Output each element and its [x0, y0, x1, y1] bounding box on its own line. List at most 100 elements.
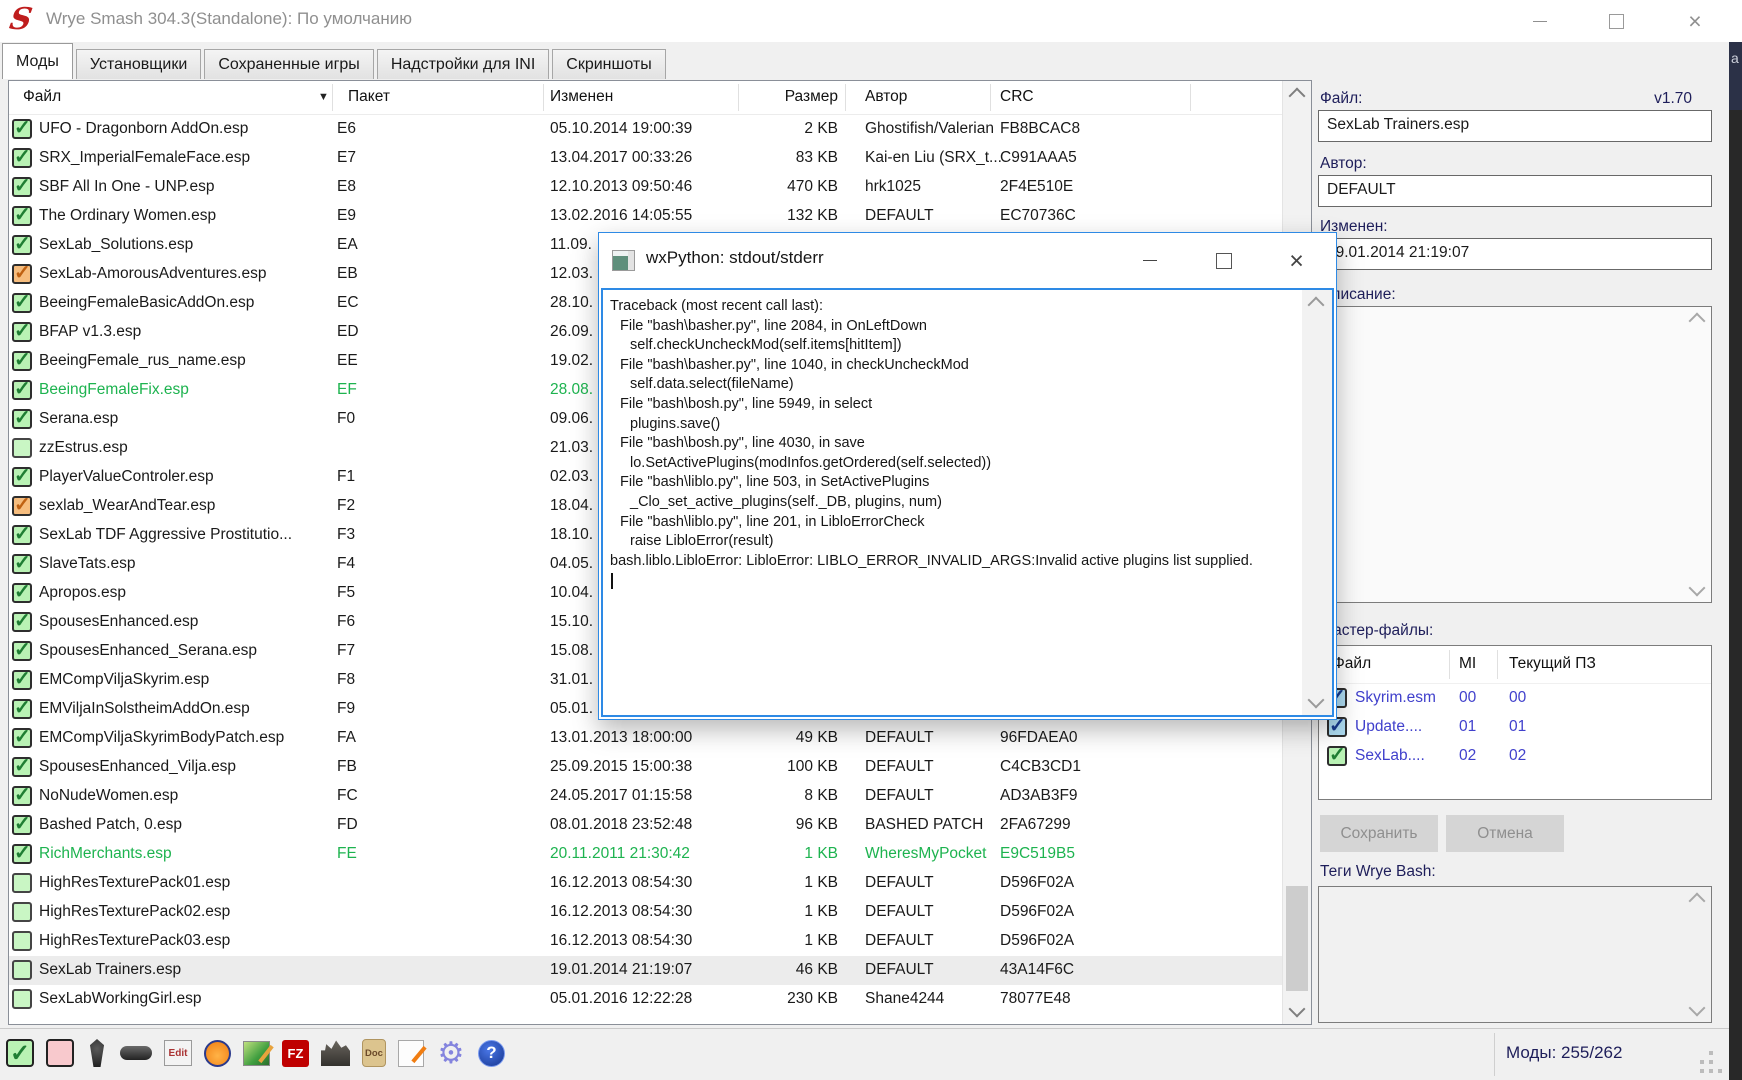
scroll-up-icon[interactable] [1289, 88, 1306, 105]
mod-checkbox-green[interactable] [12, 844, 32, 864]
modified-field[interactable]: 19.01.2014 21:19:07 [1318, 238, 1712, 270]
tab-Сохраненные игры[interactable]: Сохраненные игры [204, 49, 374, 79]
column-header-modified[interactable]: Изменен [550, 88, 613, 106]
mod-checkbox-green[interactable] [12, 119, 32, 139]
mod-row[interactable]: SpousesEnhanced_Vilja.espFB25.09.2015 15… [9, 753, 1282, 782]
mod-checkbox-green[interactable] [12, 525, 32, 545]
ddsopt-icon[interactable] [321, 1040, 350, 1066]
mod-checkbox-green[interactable] [12, 757, 32, 777]
mod-checkbox-green[interactable] [12, 409, 32, 429]
mod-checkbox-unchecked[interactable] [12, 960, 32, 980]
skyrim-launch-icon[interactable] [86, 1039, 108, 1067]
active-plugins-checkbox-icon[interactable]: ✓ [6, 1039, 34, 1067]
tab-Моды[interactable]: Моды [2, 43, 73, 79]
audacity-icon[interactable] [204, 1040, 231, 1067]
column-header-package[interactable]: Пакет [348, 88, 390, 106]
mod-checkbox-green[interactable] [12, 351, 32, 371]
mod-checkbox-green[interactable] [12, 206, 32, 226]
mod-checkbox-unchecked[interactable] [12, 438, 32, 458]
master-checkbox[interactable] [1327, 746, 1347, 766]
column-header-crc[interactable]: CRC [1000, 88, 1034, 106]
scroll-down-icon[interactable] [1289, 1001, 1306, 1018]
docs-browser-icon[interactable]: Doc [362, 1039, 386, 1067]
dialog-minimize-button[interactable] [1126, 233, 1173, 288]
mod-row[interactable]: HighResTexturePack01.esp16.12.2013 08:54… [9, 869, 1282, 898]
mod-checkbox-unchecked[interactable] [12, 873, 32, 893]
mod-checkbox-green[interactable] [12, 612, 32, 632]
master-row[interactable]: Skyrim.esm0000 [1319, 684, 1711, 713]
master-checkbox[interactable] [1327, 717, 1347, 737]
mod-row[interactable]: SexLabWorkingGirl.esp05.01.2016 12:22:28… [9, 985, 1282, 1014]
save-button[interactable]: Сохранить [1320, 815, 1438, 852]
dialog-close-button[interactable]: × [1273, 233, 1320, 288]
mod-row[interactable]: Bashed Patch, 0.espFD08.01.2018 23:52:48… [9, 811, 1282, 840]
author-field[interactable]: DEFAULT [1318, 175, 1712, 207]
mod-row[interactable]: NoNudeWomen.espFC24.05.2017 01:15:588 KB… [9, 782, 1282, 811]
bash-tags-box[interactable] [1318, 886, 1712, 1023]
master-row[interactable]: Update....0101 [1319, 713, 1711, 742]
skse-launch-icon[interactable] [120, 1046, 152, 1060]
mod-checkbox-green[interactable] [12, 380, 32, 400]
scroll-up-icon[interactable] [1308, 297, 1325, 314]
mod-checkbox-green[interactable] [12, 467, 32, 487]
tes5edit-icon[interactable]: Edit [164, 1040, 192, 1066]
settings-notes-icon[interactable] [398, 1040, 424, 1067]
masters-column-file[interactable]: Файл [1333, 655, 1371, 673]
mod-checkbox-unchecked[interactable] [12, 902, 32, 922]
column-header-file[interactable]: Файл [23, 88, 61, 106]
tab-Установщики[interactable]: Установщики [76, 49, 201, 79]
dialog-maximize-button[interactable] [1200, 233, 1247, 288]
mod-checkbox-unchecked[interactable] [12, 989, 32, 1009]
scroll-up-icon[interactable] [1689, 893, 1706, 910]
mod-checkbox-green[interactable] [12, 699, 32, 719]
mod-checkbox-green[interactable] [12, 148, 32, 168]
window-minimize-button[interactable] [1517, 0, 1563, 42]
tab-Скриншоты[interactable]: Скриншоты [552, 49, 665, 79]
mod-checkbox-unchecked[interactable] [12, 931, 32, 951]
sort-descending-icon[interactable]: ▼ [318, 91, 329, 103]
mod-row[interactable]: SexLab Trainers.esp19.01.2014 21:19:0746… [9, 956, 1282, 985]
inactive-plugins-checkbox-icon[interactable] [46, 1039, 74, 1067]
mod-checkbox-green[interactable] [12, 554, 32, 574]
mod-row[interactable]: SBF All In One - UNP.espE812.10.2013 09:… [9, 173, 1282, 202]
scrollbar-thumb[interactable] [1286, 886, 1308, 991]
mod-checkbox-green[interactable] [12, 641, 32, 661]
mod-checkbox-green[interactable] [12, 177, 32, 197]
window-maximize-button[interactable] [1593, 0, 1639, 42]
masters-column-current[interactable]: Текущий ПЗ [1509, 655, 1596, 673]
tab-Надстройки для INI[interactable]: Надстройки для INI [377, 49, 549, 79]
image-editor-icon[interactable] [243, 1041, 270, 1066]
master-row[interactable]: SexLab....0202 [1319, 742, 1711, 771]
mod-checkbox-orange[interactable] [12, 496, 32, 516]
mod-row[interactable]: HighResTexturePack02.esp16.12.2013 08:54… [9, 898, 1282, 927]
column-header-author[interactable]: Автор [865, 88, 907, 106]
mod-checkbox-green[interactable] [12, 322, 32, 342]
mod-checkbox-green[interactable] [12, 583, 32, 603]
mod-checkbox-green[interactable] [12, 235, 32, 255]
dialog-titlebar[interactable]: wxPython: stdout/stderr × [599, 233, 1336, 288]
mod-row[interactable]: HighResTexturePack03.esp16.12.2013 08:54… [9, 927, 1282, 956]
scroll-down-icon[interactable] [1689, 580, 1706, 597]
file-name-field[interactable]: SexLab Trainers.esp [1318, 110, 1712, 142]
window-close-button[interactable]: × [1672, 0, 1718, 42]
scroll-down-icon[interactable] [1308, 692, 1325, 709]
mod-checkbox-green[interactable] [12, 786, 32, 806]
mod-row[interactable]: RichMerchants.espFE20.11.2011 21:30:421 … [9, 840, 1282, 869]
masters-column-mi[interactable]: MI [1459, 655, 1476, 673]
mod-checkbox-green[interactable] [12, 670, 32, 690]
mod-row[interactable]: The Ordinary Women.espE913.02.2016 14:05… [9, 202, 1282, 231]
column-header-size[interactable]: Размер [699, 88, 838, 106]
mod-checkbox-green[interactable] [12, 728, 32, 748]
mod-row[interactable]: EMCompViljaSkyrimBodyPatch.espFA13.01.20… [9, 724, 1282, 753]
traceback-textarea[interactable]: Traceback (most recent call last):File "… [601, 288, 1334, 717]
mod-checkbox-green[interactable] [12, 815, 32, 835]
mod-row[interactable]: SRX_ImperialFemaleFace.espE713.04.2017 0… [9, 144, 1282, 173]
resize-grip-icon[interactable] [1700, 1060, 1704, 1064]
mod-checkbox-green[interactable] [12, 293, 32, 313]
dialog-scrollbar[interactable] [1302, 290, 1332, 715]
cancel-button[interactable]: Отмена [1446, 815, 1564, 852]
scroll-down-icon[interactable] [1689, 1000, 1706, 1017]
mod-row[interactable]: UFO - Dragonborn AddOn.espE605.10.2014 1… [9, 115, 1282, 144]
description-box[interactable] [1318, 306, 1712, 603]
scroll-up-icon[interactable] [1689, 313, 1706, 330]
